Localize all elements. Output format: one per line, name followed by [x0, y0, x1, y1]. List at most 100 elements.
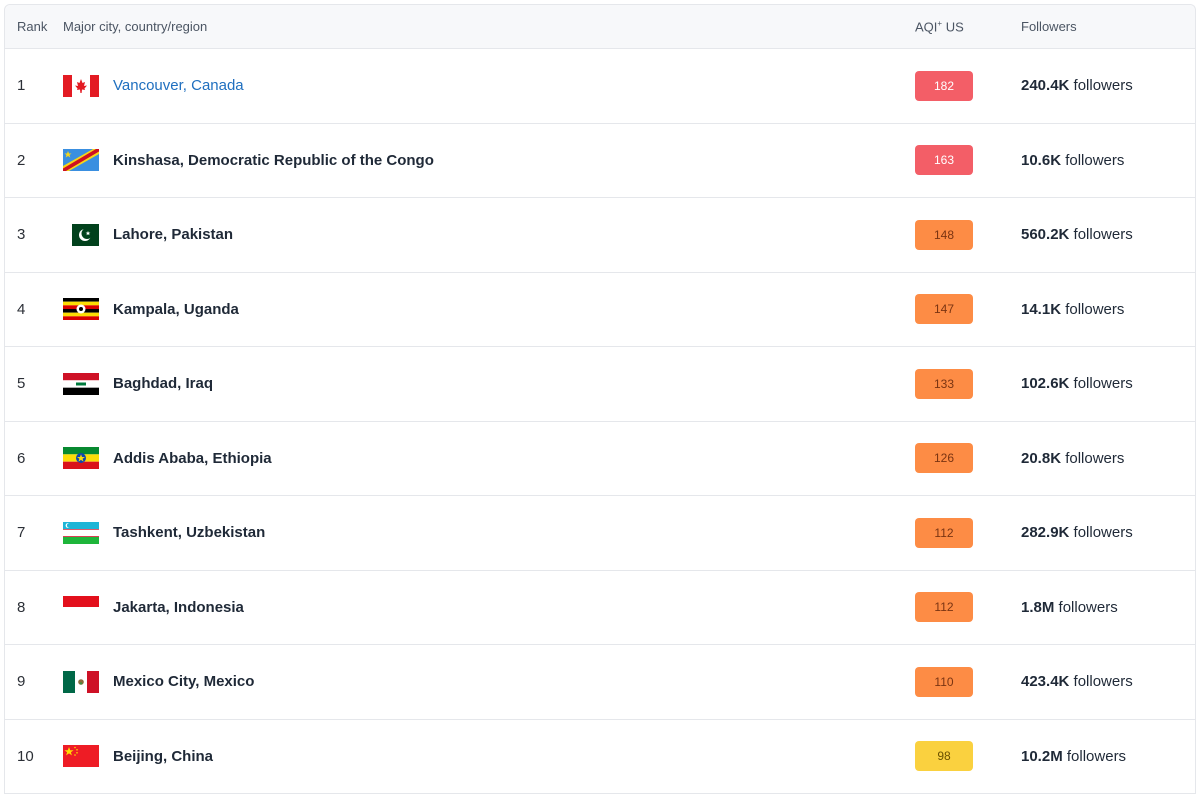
uganda-flag-icon	[63, 298, 99, 321]
table-row[interactable]: 4 Kampala, Uganda 147 14.1K followers	[5, 273, 1195, 347]
followers-suffix: followers	[1061, 151, 1125, 169]
aqi-badge: 112	[915, 592, 973, 623]
table-row[interactable]: 3 Lahore, Pakistan 148 560.2K followers	[5, 198, 1195, 273]
rank-cell: 3	[17, 226, 26, 244]
city-name[interactable]: Tashkent, Uzbekistan	[113, 524, 265, 541]
followers-cell: 10.6K followers	[1011, 152, 1195, 169]
aqi-column-header[interactable]: AQI+ US	[915, 19, 1011, 34]
table-header: Rank Major city, country/region AQI+ US …	[5, 5, 1195, 49]
followers-cell: 10.2M followers	[1011, 748, 1195, 765]
rank-cell: 8	[17, 598, 26, 616]
followers-count: 282.9K	[1021, 524, 1070, 542]
city-cell: Baghdad, Iraq	[63, 372, 915, 395]
china-flag-icon	[63, 745, 99, 768]
table-row[interactable]: 6 Addis Ababa, Ethiopia 126 20.8K follow…	[5, 422, 1195, 496]
city-name[interactable]: Jakarta, Indonesia	[113, 599, 244, 616]
city-cell: Beijing, China	[63, 745, 915, 768]
aqi-badge: 126	[915, 443, 973, 474]
aqi-cell: 147	[915, 294, 1011, 325]
congo-flag-icon	[63, 149, 99, 172]
followers-count: 14.1K	[1021, 300, 1062, 318]
followers-suffix: followers	[1069, 375, 1133, 393]
followers-cell: 282.9K followers	[1011, 524, 1195, 541]
followers-count: 10.2M	[1021, 747, 1063, 765]
table-row[interactable]: 1 Vancouver, Canada 182 240.4K followers	[5, 49, 1195, 124]
followers-count: 240.4K	[1021, 77, 1070, 95]
table-row[interactable]: 9 Mexico City, Mexico 110 423.4K followe…	[5, 645, 1195, 720]
city-cell: Tashkent, Uzbekistan	[63, 521, 915, 544]
mexico-flag-icon	[63, 670, 99, 693]
table-row[interactable]: 5 Baghdad, Iraq 133 102.6K followers	[5, 347, 1195, 422]
table-row[interactable]: 2 Kinshasa, Democratic Republic of the C…	[5, 124, 1195, 198]
pakistan-flag-icon	[63, 223, 99, 246]
rank-cell: 6	[17, 449, 26, 467]
ethiopia-flag-icon	[63, 447, 99, 470]
aqi-cell: 112	[915, 592, 1011, 623]
followers-suffix: followers	[1061, 449, 1125, 467]
table-row[interactable]: 10 Beijing, China 98 10.2M followers	[5, 720, 1195, 794]
aqi-cell: 126	[915, 443, 1011, 474]
followers-cell: 102.6K followers	[1011, 375, 1195, 392]
city-name[interactable]: Kampala, Uganda	[113, 301, 239, 318]
aqi-badge: 163	[915, 145, 973, 176]
city-column-header-label: Major city, country/region	[63, 19, 208, 34]
rank-column-header: Rank	[17, 19, 48, 34]
aqi-badge: 182	[915, 70, 973, 101]
aqi-header-text: AQI	[915, 19, 938, 35]
canada-flag-icon	[63, 74, 99, 97]
city-cell: Mexico City, Mexico	[63, 670, 915, 693]
aqi-cell: 182	[915, 70, 1011, 101]
aqi-header-label: AQI+ US	[915, 19, 964, 34]
rank-cell: 1	[17, 77, 26, 95]
indonesia-flag-icon	[63, 596, 99, 619]
table-row[interactable]: 8 Jakarta, Indonesia 112 1.8M followers	[5, 571, 1195, 645]
followers-cell: 20.8K followers	[1011, 450, 1195, 467]
rank-cell: 7	[17, 524, 26, 542]
aqi-cell: 163	[915, 145, 1011, 176]
followers-suffix: followers	[1069, 673, 1133, 691]
city-cell: Kampala, Uganda	[63, 298, 915, 321]
followers-count: 423.4K	[1021, 673, 1070, 691]
aqi-cell: 112	[915, 517, 1011, 548]
aqi-badge: 98	[915, 741, 973, 772]
followers-cell: 560.2K followers	[1011, 226, 1195, 243]
aqi-cell: 148	[915, 219, 1011, 250]
rank-cell: 5	[17, 375, 26, 393]
city-cell: Addis Ababa, Ethiopia	[63, 447, 915, 470]
city-name[interactable]: Beijing, China	[113, 748, 213, 765]
followers-count: 1.8M	[1021, 598, 1055, 616]
followers-count: 20.8K	[1021, 449, 1062, 467]
city-cell: Lahore, Pakistan	[63, 223, 915, 246]
followers-suffix: followers	[1069, 524, 1133, 542]
city-name[interactable]: Lahore, Pakistan	[113, 226, 233, 243]
aqi-badge: 110	[915, 666, 973, 697]
followers-suffix: followers	[1061, 300, 1125, 318]
followers-cell: 1.8M followers	[1011, 599, 1195, 616]
followers-cell: 14.1K followers	[1011, 301, 1195, 318]
aqi-cell: 110	[915, 666, 1011, 697]
followers-count: 102.6K	[1021, 375, 1070, 393]
aqi-cell: 133	[915, 368, 1011, 399]
city-name[interactable]: Kinshasa, Democratic Republic of the Con…	[113, 152, 434, 169]
followers-suffix: followers	[1069, 77, 1133, 95]
city-name[interactable]: Addis Ababa, Ethiopia	[113, 450, 272, 467]
rank-cell: 2	[17, 151, 26, 169]
city-link[interactable]: Vancouver, Canada	[113, 77, 244, 94]
followers-column-header: Followers	[1021, 19, 1077, 34]
followers-cell: 240.4K followers	[1011, 77, 1195, 94]
city-column-header: Major city, country/region	[63, 19, 915, 34]
city-ranking-table: Rank Major city, country/region AQI+ US …	[4, 4, 1196, 794]
aqi-badge: 147	[915, 294, 973, 325]
followers-suffix: followers	[1069, 226, 1133, 244]
table-row[interactable]: 7 Tashkent, Uzbekistan 112 282.9K follow…	[5, 496, 1195, 571]
city-name[interactable]: Mexico City, Mexico	[113, 673, 254, 690]
city-name[interactable]: Baghdad, Iraq	[113, 375, 213, 392]
iraq-flag-icon	[63, 372, 99, 395]
rank-cell: 10	[17, 747, 34, 765]
uzbekistan-flag-icon	[63, 521, 99, 544]
city-cell: Vancouver, Canada	[63, 74, 915, 97]
followers-count: 560.2K	[1021, 226, 1070, 244]
aqi-header-suffix: US	[942, 19, 964, 35]
aqi-badge: 148	[915, 219, 973, 250]
followers-cell: 423.4K followers	[1011, 673, 1195, 690]
